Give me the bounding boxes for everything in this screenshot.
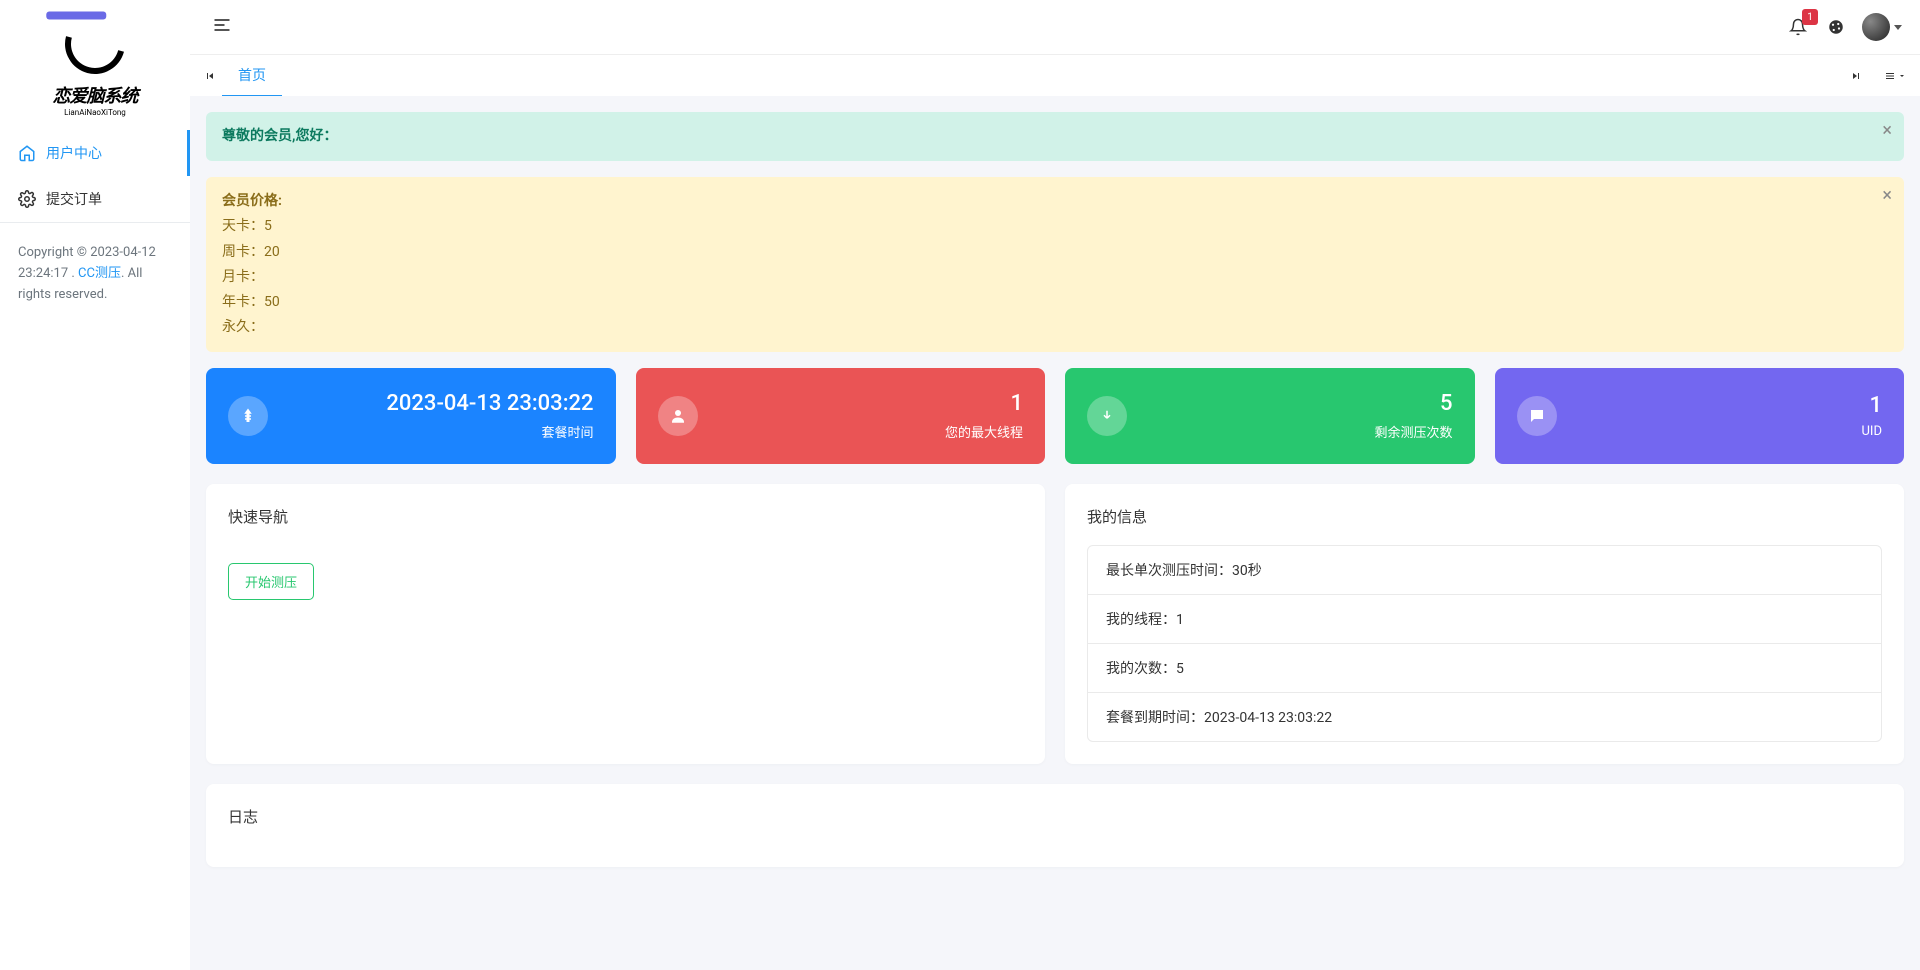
stat-card-uid: 1 UID [1495, 368, 1905, 464]
info-item-my-threads: 我的线程：1 [1088, 595, 1881, 644]
alert-greeting-close-button[interactable]: × [1882, 122, 1892, 140]
sidebar-item-user-center[interactable]: 用户中心 [0, 130, 190, 176]
sidebar-item-submit-order[interactable]: 提交订单 [0, 176, 190, 222]
header: 1 [190, 0, 1920, 54]
panel-log: 日志 [206, 784, 1904, 867]
sidebar-logo: 恋爱脑系统 LianAiNaoXiTong [0, 0, 190, 130]
panel-title: 日志 [228, 806, 1882, 827]
tab-home[interactable]: 首页 [222, 56, 282, 97]
panel-quick-nav: 快速导航 开始测压 [206, 484, 1045, 764]
tabs-menu-button[interactable] [1878, 70, 1912, 82]
price-line-monthka: 月卡： [222, 265, 1864, 290]
stat-card-remaining-tests: 5 剩余测压次数 [1065, 368, 1475, 464]
info-item-my-times: 我的次数：5 [1088, 644, 1881, 693]
theme-button[interactable] [1824, 15, 1848, 39]
stat-value: 1 [945, 391, 1023, 416]
download-icon [1087, 396, 1127, 436]
info-item-plan-expiry: 套餐到期时间：2023-04-13 23:03:22 [1088, 693, 1881, 741]
stat-label: 套餐时间 [386, 422, 593, 441]
alert-greeting-text: 尊敬的会员,您好： [222, 128, 337, 144]
alert-pricing-title: 会员价格: [222, 193, 282, 209]
footer-link[interactable]: CC测压 [78, 266, 121, 281]
sidebar: 恋爱脑系统 LianAiNaoXiTong 用户中心 提交订单 Copyrigh… [0, 0, 190, 970]
message-icon [1517, 396, 1557, 436]
user-menu-button[interactable] [1862, 13, 1902, 41]
main: 1 首页 [190, 0, 1920, 970]
alert-greeting: 尊敬的会员,您好： × [206, 112, 1904, 161]
sidebar-item-label: 用户中心 [46, 143, 102, 163]
chevron-down-icon [1894, 25, 1902, 30]
gear-icon [18, 190, 36, 208]
content: 尊敬的会员,您好： × 会员价格: 天卡：5 周卡：20 月卡： 年卡：50 永… [190, 96, 1920, 970]
info-list: 最长单次测压时间：30秒 我的线程：1 我的次数：5 套餐到期时间：2023-0… [1087, 545, 1882, 742]
tabs-scroll-first-button[interactable] [198, 70, 222, 82]
stat-label: 剩余测压次数 [1374, 422, 1452, 441]
price-line-forever: 永久： [222, 315, 1864, 340]
price-line-dayka: 天卡：5 [222, 214, 1864, 239]
price-line-yearka: 年卡：50 [222, 290, 1864, 315]
panels-row: 快速导航 开始测压 我的信息 最长单次测压时间：30秒 我的线程：1 我的次数：… [206, 484, 1904, 764]
price-line-weekka: 周卡：20 [222, 240, 1864, 265]
logo-subtext: LianAiNaoXiTong [53, 108, 138, 117]
stat-value: 1 [1862, 393, 1883, 418]
notification-button[interactable]: 1 [1786, 15, 1810, 39]
sidebar-footer: Copyright © 2023-04-12 23:24:17 . CC测压. … [0, 223, 190, 325]
panel-title: 我的信息 [1087, 506, 1882, 527]
stat-label: 您的最大线程 [945, 422, 1023, 441]
info-item-max-single-time: 最长单次测压时间：30秒 [1088, 546, 1881, 595]
stats-row: 2023-04-13 23:03:22 套餐时间 1 您的最大线程 5 [206, 368, 1904, 464]
stat-card-max-threads: 1 您的最大线程 [636, 368, 1046, 464]
user-icon [658, 396, 698, 436]
panel-title: 快速导航 [228, 506, 1023, 527]
home-icon [18, 144, 36, 162]
logo-icon [54, 3, 136, 85]
stat-card-plan-time: 2023-04-13 23:03:22 套餐时间 [206, 368, 616, 464]
avatar-icon [1862, 13, 1890, 41]
tabs-bar: 首页 [190, 54, 1920, 96]
menu-toggle-button[interactable] [208, 11, 236, 43]
stat-value: 5 [1374, 391, 1452, 416]
stat-label: UID [1862, 424, 1883, 439]
stat-value: 2023-04-13 23:03:22 [386, 391, 593, 416]
start-test-button[interactable]: 开始测压 [228, 563, 314, 600]
sidebar-menu: 用户中心 提交订单 [0, 130, 190, 223]
sidebar-item-label: 提交订单 [46, 189, 102, 209]
logo-text: 恋爱脑系统 [53, 82, 138, 108]
yen-icon [228, 396, 268, 436]
notification-badge: 1 [1802, 9, 1818, 25]
alert-pricing-close-button[interactable]: × [1882, 187, 1892, 205]
panel-my-info: 我的信息 最长单次测压时间：30秒 我的线程：1 我的次数：5 套餐到期时间：2… [1065, 484, 1904, 764]
tabs-scroll-last-button[interactable] [1844, 70, 1868, 82]
alert-pricing: 会员价格: 天卡：5 周卡：20 月卡： 年卡：50 永久： × [206, 177, 1904, 352]
